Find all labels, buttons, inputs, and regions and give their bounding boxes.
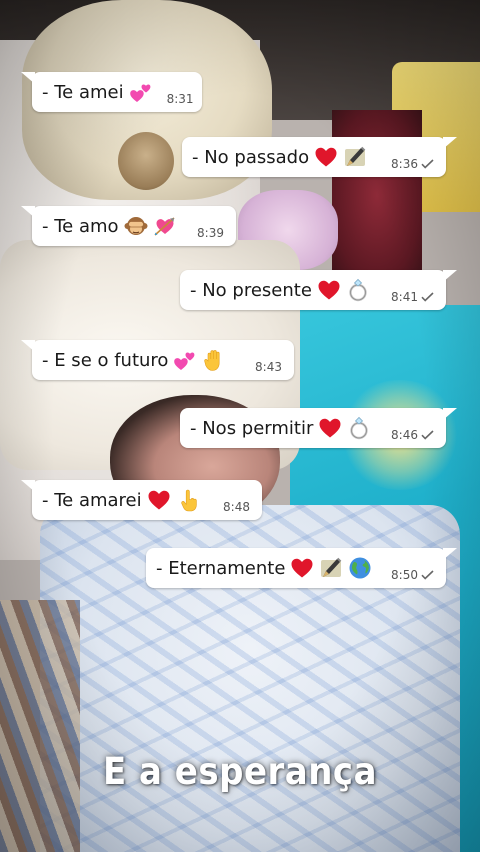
message-bubble[interactable]: - E se o futuro 8:43 bbox=[21, 340, 294, 380]
message-time: 8:36 bbox=[391, 157, 418, 171]
message-time: 8:50 bbox=[391, 568, 418, 582]
red-heart-icon bbox=[314, 145, 338, 169]
read-check-icon bbox=[421, 159, 434, 169]
message-bubble[interactable]: - No passado 8:36 bbox=[182, 137, 457, 177]
red-heart-icon bbox=[147, 488, 171, 512]
message-text: - Te amei bbox=[42, 81, 124, 103]
message-bubble[interactable]: - Te amo 8:39 bbox=[21, 206, 236, 246]
message-time: 8:31 bbox=[166, 92, 194, 106]
message-text: - Eternamente bbox=[156, 557, 286, 579]
message-text: - No passado bbox=[192, 146, 310, 168]
message-bubble[interactable]: - Eternamente 8:50 bbox=[146, 548, 457, 588]
message-bubble[interactable]: - Te amei 8:31 bbox=[21, 72, 202, 112]
read-check-icon bbox=[421, 570, 434, 580]
message-time: 8:41 bbox=[391, 290, 418, 304]
red-heart-icon bbox=[290, 556, 314, 580]
two-hearts-icon bbox=[173, 348, 197, 372]
message-text: - Te amo bbox=[42, 215, 119, 237]
ring-icon bbox=[347, 416, 371, 440]
pen-icon bbox=[343, 145, 367, 169]
message-time: 8:39 bbox=[197, 226, 224, 240]
pen-icon bbox=[319, 556, 343, 580]
message-text: - Te amarei bbox=[42, 489, 142, 511]
red-heart-icon bbox=[318, 416, 342, 440]
message-time: 8:48 bbox=[223, 500, 250, 514]
message-text: - No presente bbox=[190, 279, 312, 301]
ring-icon bbox=[346, 278, 370, 302]
read-check-icon bbox=[421, 430, 434, 440]
globe-icon bbox=[348, 556, 372, 580]
message-bubble[interactable]: - Te amarei 8:48 bbox=[21, 480, 262, 520]
video-caption: E a esperança bbox=[102, 750, 378, 794]
message-time: 8:46 bbox=[391, 428, 418, 442]
pointing-up-icon bbox=[176, 488, 200, 512]
read-check-icon bbox=[421, 292, 434, 302]
message-bubble[interactable]: - No presente 8:41 bbox=[180, 270, 457, 310]
see-no-evil-monkey-icon bbox=[124, 214, 148, 238]
message-text: - Nos permitir bbox=[190, 417, 314, 439]
two-hearts-icon bbox=[129, 80, 153, 104]
message-time: 8:43 bbox=[255, 360, 282, 374]
message-bubble[interactable]: - Nos permitir 8:46 bbox=[180, 408, 457, 448]
heart-with-arrow-icon bbox=[153, 214, 177, 238]
chat-thread: - Te amei 8:31 - No passado 8:36 - Te am… bbox=[0, 0, 480, 852]
raised-hand-icon bbox=[202, 348, 226, 372]
red-heart-icon bbox=[317, 278, 341, 302]
message-text: - E se o futuro bbox=[42, 349, 169, 371]
